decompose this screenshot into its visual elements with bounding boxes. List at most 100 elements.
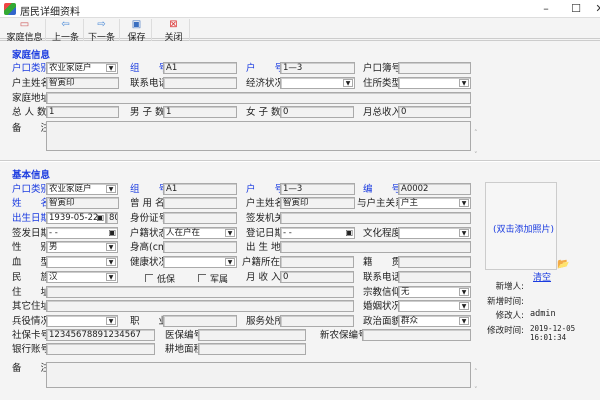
family-hukou-type-select[interactable]: 农业家庭户 ▼ — [46, 62, 118, 74]
dropdown-arrow-icon[interactable]: ▼ — [459, 199, 469, 207]
scroll-up-icon[interactable]: ˄ — [474, 129, 478, 137]
dropdown-arrow-icon[interactable]: ▼ — [106, 185, 116, 193]
issuer-input[interactable] — [280, 212, 471, 224]
military-family-checkbox[interactable]: 军属 — [198, 272, 228, 285]
job-input[interactable] — [163, 315, 237, 327]
dropdown-arrow-icon[interactable]: ▼ — [106, 273, 116, 281]
sex-label: 性 别 — [12, 242, 51, 253]
sex-select[interactable]: 男 ▼ — [46, 241, 118, 253]
family-book-no-input[interactable] — [398, 62, 471, 74]
family-remarks-textarea[interactable] — [46, 121, 471, 151]
scroll-up-icon[interactable]: ˄ — [474, 368, 478, 376]
service-select[interactable]: ▼ — [46, 315, 118, 327]
head-name-input[interactable]: 智寅印 — [280, 197, 355, 209]
family-econ-select[interactable]: ▼ — [280, 77, 355, 89]
close-window-button[interactable]: ✕ — [592, 2, 600, 16]
education-select[interactable]: ▼ — [398, 227, 471, 239]
marital-select[interactable]: ▼ — [398, 300, 471, 312]
remarks-textarea[interactable] — [46, 362, 471, 388]
family-phone-input[interactable] — [163, 77, 237, 89]
birth-date-input[interactable]: 1939-05-22 ▣ — [46, 212, 106, 224]
rural-ins-input[interactable] — [362, 329, 471, 341]
dropdown-arrow-icon[interactable]: ▼ — [225, 229, 235, 237]
relation-select[interactable]: 户主 ▼ — [398, 197, 471, 209]
hukou-place-input[interactable] — [280, 256, 354, 268]
phone-input[interactable] — [398, 271, 471, 283]
family-income-input[interactable]: 0 — [398, 106, 471, 118]
dropdown-arrow-icon[interactable]: ▼ — [459, 288, 469, 296]
dropdown-arrow-icon[interactable]: ▼ — [459, 317, 469, 325]
modified-label: 修改时间: — [487, 326, 524, 336]
scrollbar[interactable]: ˄ ˅ — [474, 363, 478, 399]
household-no-input[interactable]: 1—3 — [280, 183, 355, 195]
blood-select[interactable]: ▼ — [46, 256, 118, 268]
field-value: 群众 — [401, 316, 419, 326]
income-input[interactable]: 0 — [280, 271, 354, 283]
family-address-input[interactable] — [46, 92, 471, 104]
id-input[interactable] — [163, 212, 237, 224]
modifier-value: admin — [530, 309, 556, 319]
family-total-input[interactable]: 1 — [46, 106, 119, 118]
scrollbar[interactable]: ˄ ˅ — [474, 122, 478, 166]
age-input[interactable]: 80 — [106, 212, 118, 224]
scroll-down-icon[interactable]: ˅ — [474, 386, 478, 394]
family-head-name-input[interactable]: 智寅印 — [46, 77, 119, 89]
dropdown-arrow-icon[interactable]: ▼ — [459, 79, 469, 87]
dropdown-arrow-icon[interactable]: ▼ — [106, 64, 116, 72]
basic-section-title: 基本信息 — [12, 170, 51, 181]
issue-date-input[interactable]: - - ▣ — [46, 227, 118, 239]
family-female-input[interactable]: 0 — [280, 106, 354, 118]
dropdown-arrow-icon[interactable]: ▼ — [459, 302, 469, 310]
close-button[interactable]: ⊠ 关闭 — [158, 19, 190, 43]
group-input[interactable]: A1 — [163, 183, 237, 195]
dropdown-arrow-icon[interactable]: ▼ — [106, 258, 116, 266]
scroll-down-icon[interactable]: ˅ — [474, 151, 478, 159]
checkbox-box[interactable] — [145, 274, 153, 282]
family-group-input[interactable]: A1 — [163, 62, 237, 74]
maximize-button[interactable]: ☐ — [568, 2, 584, 16]
next-button[interactable]: ⇨ 下一条 — [84, 19, 120, 43]
clear-photo-link[interactable]: 清空 — [533, 270, 551, 283]
workplace-input[interactable] — [280, 315, 354, 327]
code-input[interactable]: A0002 — [398, 183, 471, 195]
social-card-input[interactable]: 12345678891234567 — [46, 329, 155, 341]
health-select[interactable]: ▼ — [163, 256, 237, 268]
dropdown-arrow-icon[interactable]: ▼ — [225, 258, 235, 266]
dropdown-arrow-icon[interactable]: ▼ — [106, 317, 116, 325]
calendar-icon[interactable]: ▣ — [345, 228, 353, 238]
name-input[interactable]: 智寅印 — [46, 197, 119, 209]
medical-input[interactable] — [198, 329, 306, 341]
family-household-no-input[interactable]: 1—3 — [280, 62, 355, 74]
household-no-label: 户 号 — [246, 184, 285, 195]
dropdown-arrow-icon[interactable]: ▼ — [343, 79, 353, 87]
minimize-button[interactable]: – — [538, 2, 554, 16]
calendar-icon[interactable]: ▣ — [108, 228, 116, 238]
native-input[interactable] — [398, 256, 471, 268]
hukou-type-select[interactable]: 农业家庭户 ▼ — [46, 183, 118, 195]
family-residence-type-select[interactable]: ▼ — [398, 77, 471, 89]
reg-date-input[interactable]: - - ▣ — [280, 227, 355, 239]
land-input[interactable] — [198, 343, 306, 355]
photo-hint[interactable]: (双击添加照片) — [493, 222, 554, 235]
political-select[interactable]: 群众 ▼ — [398, 315, 471, 327]
former-name-input[interactable] — [163, 197, 237, 209]
religion-select[interactable]: 无 ▼ — [398, 286, 471, 298]
ethnic-select[interactable]: 汉 ▼ — [46, 271, 118, 283]
dropdown-arrow-icon[interactable]: ▼ — [459, 229, 469, 237]
checkbox-box[interactable] — [198, 274, 206, 282]
hukou-status-select[interactable]: 人在户在 ▼ — [163, 227, 237, 239]
other-address-input[interactable] — [46, 300, 354, 312]
calendar-icon[interactable]: ▣ — [96, 213, 104, 223]
save-button[interactable]: ▣ 保存 — [122, 19, 152, 43]
dibao-checkbox[interactable]: 低保 — [145, 272, 175, 285]
address-input[interactable] — [46, 286, 354, 298]
birthplace-input[interactable] — [280, 241, 471, 253]
field-value: 1—3 — [283, 184, 303, 194]
family-info-button[interactable]: ▭ 家庭信息 — [4, 19, 46, 43]
family-male-input[interactable]: 1 — [163, 106, 237, 118]
prev-button[interactable]: ⇦ 上一条 — [48, 19, 84, 43]
bank-input[interactable] — [46, 343, 155, 355]
dropdown-arrow-icon[interactable]: ▼ — [106, 243, 116, 251]
height-input[interactable] — [163, 241, 237, 253]
folder-icon[interactable]: 📂 — [557, 259, 569, 270]
